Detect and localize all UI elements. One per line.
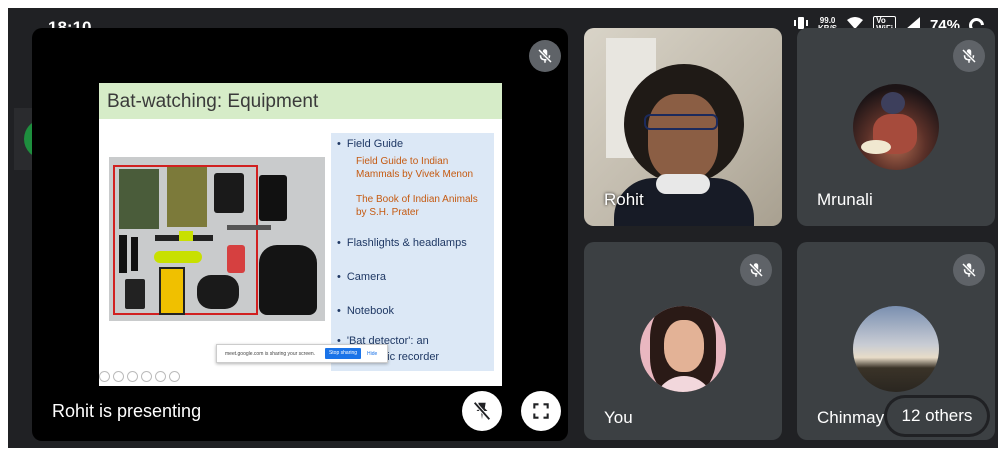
slide-control [141, 371, 152, 382]
presentation-mic-status [529, 40, 561, 72]
list-item-label: Field Guide [346, 138, 404, 150]
mic-off-icon [748, 262, 764, 278]
avatar-detail [664, 320, 704, 372]
mic-off-icon [961, 48, 977, 64]
list-subitem: Mammals by Vivek Menon [356, 169, 474, 180]
share-bar-text: meet.google.com is sharing your screen. [225, 351, 316, 357]
equipment-photo [109, 157, 325, 321]
avatar [640, 306, 726, 392]
list-item: • Camera [337, 271, 386, 283]
presentation-tile[interactable]: Bat-watching: Equipment • Field Guide Fi… [32, 28, 568, 441]
slide-bullet-list: • Field Guide Field Guide to Indian Mamma… [331, 133, 494, 371]
slide-control [99, 371, 110, 382]
list-item: • Notebook [337, 305, 394, 317]
collar [656, 174, 710, 194]
book-image [167, 167, 207, 227]
list-item-label: Flashlights & headlamps [346, 237, 467, 249]
list-subitem: by S.H. Prater [356, 207, 419, 218]
pouch-image [259, 175, 287, 221]
stop-sharing-button[interactable]: Stop sharing [325, 348, 361, 359]
list-item: • Flashlights & headlamps [337, 237, 467, 249]
participant-name: Mrunali [817, 190, 873, 209]
avatar-detail [881, 92, 905, 114]
slide-control [155, 371, 166, 382]
stop-presenting-button[interactable] [462, 391, 502, 431]
bullet: • [337, 305, 341, 317]
face [648, 94, 718, 180]
fullscreen-icon [533, 403, 549, 419]
presenting-label: Rohit is presenting [52, 401, 202, 421]
avatar-detail [861, 140, 891, 154]
list-item-label: Notebook [346, 305, 394, 317]
pen-image [227, 225, 271, 230]
slide-controls [99, 371, 180, 382]
flashlight-image [119, 235, 127, 273]
participant-tile-rohit[interactable]: Rohit [584, 28, 782, 226]
list-subitem: The Book of Indian Animals [356, 194, 478, 205]
participant-name: You [604, 408, 633, 427]
mic-status [953, 40, 985, 72]
slide-title: Bat-watching: Equipment [99, 83, 502, 119]
mic-status [953, 254, 985, 286]
stop-presenting-icon [473, 401, 491, 421]
slide-control [169, 371, 180, 382]
headlamp-image [154, 251, 202, 263]
book-image [119, 169, 159, 229]
participant-tile-mrunali[interactable]: Mrunali [797, 28, 995, 226]
glasses [644, 114, 718, 130]
list-item: • Field Guide [337, 138, 403, 150]
gps-image [227, 245, 245, 273]
mic-off-icon [961, 262, 977, 278]
flashlight-image [131, 237, 138, 271]
fullscreen-button[interactable] [521, 391, 561, 431]
avatar [853, 306, 939, 392]
screen-share-bar: meet.google.com is sharing your screen. … [216, 344, 388, 363]
camera-image [197, 275, 239, 309]
hide-button[interactable]: Hide [367, 351, 377, 357]
list-subitem: Field Guide to Indian [356, 156, 449, 167]
bat-detector-image [159, 267, 185, 315]
slide-control [127, 371, 138, 382]
pouch-image [214, 173, 244, 213]
bullet: • [337, 237, 341, 249]
list-item-label: Camera [346, 271, 386, 283]
slide-control [113, 371, 124, 382]
bullet: • [337, 138, 341, 150]
participant-name: Chinmay [817, 408, 885, 427]
shared-slide: Bat-watching: Equipment • Field Guide Fi… [99, 83, 502, 386]
bullet: • [337, 271, 341, 283]
mic-off-icon [537, 48, 553, 64]
mic-status [740, 254, 772, 286]
headlamp-image [179, 231, 193, 241]
participant-tile-you[interactable]: You [584, 242, 782, 440]
avatar [853, 84, 939, 170]
meet-screen: 18:10 99.0 KB/S Vo WiFi 74% ••• [8, 8, 998, 448]
gloves-image [259, 245, 317, 315]
others-count-button[interactable]: 12 others [887, 398, 987, 434]
recorder-image [125, 279, 145, 309]
participant-name: Rohit [604, 190, 644, 209]
